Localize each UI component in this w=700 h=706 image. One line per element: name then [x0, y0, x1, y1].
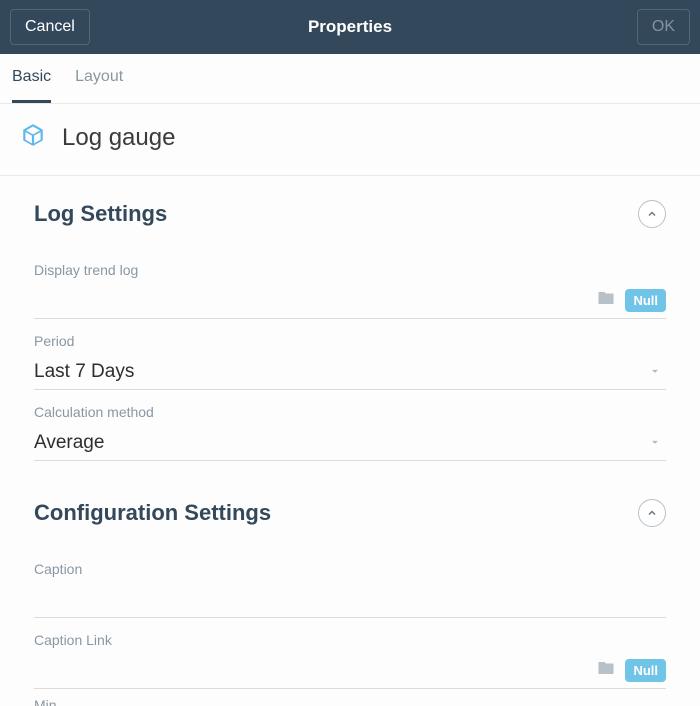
tab-basic[interactable]: Basic	[12, 68, 51, 103]
collapse-toggle-log-settings[interactable]	[638, 200, 666, 228]
chevron-down-icon	[648, 435, 662, 454]
chevron-up-icon	[646, 507, 658, 519]
field-label: Caption Link	[34, 632, 666, 648]
chevron-down-icon	[648, 364, 662, 383]
section-title-configuration-settings: Configuration Settings	[34, 500, 271, 526]
folder-icon[interactable]	[597, 289, 615, 312]
page-title: Log gauge	[62, 124, 175, 152]
field-period[interactable]: Period Last 7 Days	[34, 323, 666, 390]
field-value: Last 7 Days	[34, 361, 134, 383]
field-label: Caption	[34, 561, 666, 577]
section-log-settings: Log Settings Display trend log Null Peri…	[0, 176, 700, 475]
cancel-button[interactable]: Cancel	[10, 9, 90, 45]
field-caption[interactable]: Caption	[34, 551, 666, 618]
field-label: Calculation method	[34, 404, 666, 420]
field-calculation-method[interactable]: Calculation method Average	[34, 394, 666, 461]
tab-layout[interactable]: Layout	[75, 68, 123, 103]
tab-bar: Basic Layout	[0, 54, 700, 104]
field-label: Period	[34, 333, 666, 349]
section-configuration-settings: Configuration Settings Caption Caption L…	[0, 475, 700, 706]
dialog-title: Properties	[0, 17, 700, 37]
dialog-header: Cancel Properties OK	[0, 0, 700, 54]
chevron-up-icon	[646, 208, 658, 220]
ok-button[interactable]: OK	[637, 9, 690, 45]
field-min[interactable]: Min	[34, 693, 666, 706]
field-caption-link[interactable]: Caption Link Null	[34, 622, 666, 689]
collapse-toggle-configuration-settings[interactable]	[638, 499, 666, 527]
field-label: Min	[34, 697, 666, 706]
field-value: Average	[34, 432, 104, 454]
page-title-row: Log gauge	[0, 104, 700, 176]
null-badge[interactable]: Null	[625, 659, 666, 682]
cube-icon	[20, 122, 46, 153]
field-display-trend-log[interactable]: Display trend log Null	[34, 252, 666, 319]
null-badge[interactable]: Null	[625, 289, 666, 312]
folder-icon[interactable]	[597, 659, 615, 682]
field-label: Display trend log	[34, 262, 666, 278]
content-scrollpane[interactable]: Log Settings Display trend log Null Peri…	[0, 176, 700, 706]
section-title-log-settings: Log Settings	[34, 201, 167, 227]
